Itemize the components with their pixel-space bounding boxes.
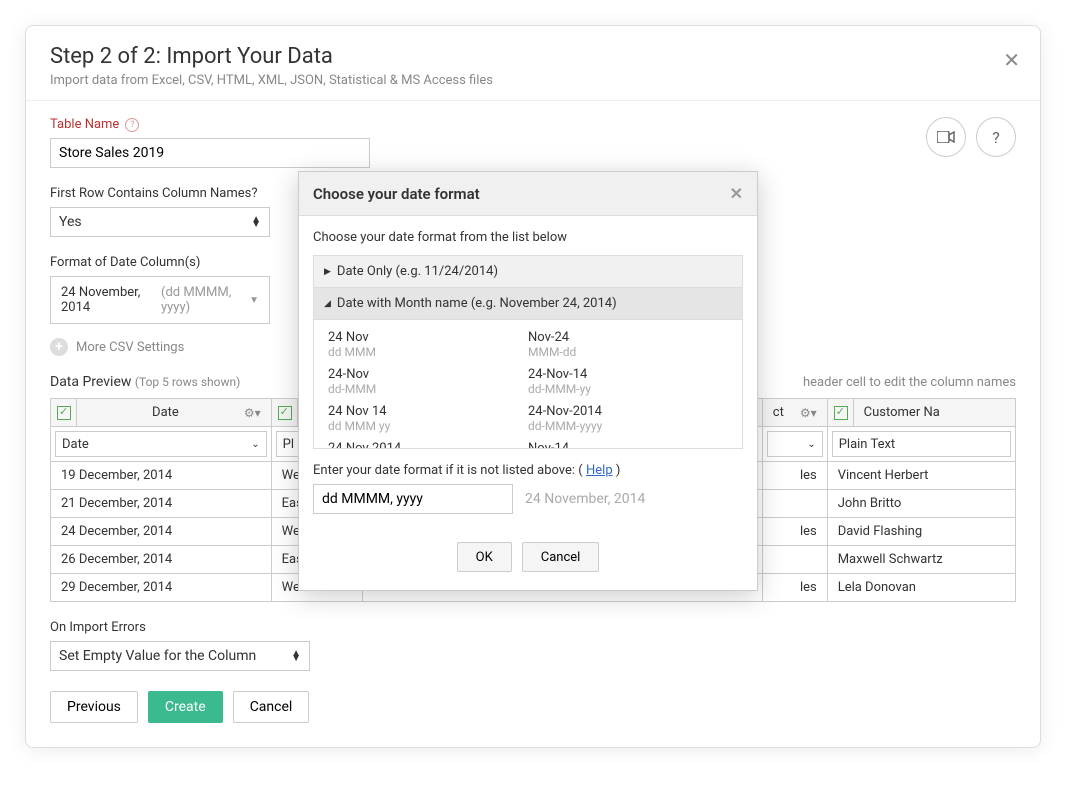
more-csv-label: More CSV Settings bbox=[76, 340, 184, 355]
ok-button[interactable]: OK bbox=[457, 542, 512, 572]
column-checkbox[interactable] bbox=[51, 399, 77, 427]
format-group-label: Date Only (e.g. 11/24/2014) bbox=[337, 264, 498, 279]
date-format-pattern: (dd MMMM, yyyy) bbox=[161, 285, 249, 315]
format-option[interactable]: 24-Nov-2014dd-MMM-yyyy bbox=[528, 400, 728, 437]
format-option[interactable]: 24-Novdd-MMM bbox=[328, 363, 528, 400]
format-group-date-only[interactable]: ▶ Date Only (e.g. 11/24/2014) bbox=[313, 255, 743, 288]
column-header-customer[interactable]: Customer Na bbox=[853, 399, 1015, 427]
custom-format-preview: 24 November, 2014 bbox=[525, 491, 645, 507]
page-title: Step 2 of 2: Import Your Data bbox=[50, 44, 1016, 69]
table-name-label: Table Name ? bbox=[50, 117, 1016, 132]
help-link[interactable]: Help bbox=[586, 463, 613, 478]
cancel-button[interactable]: Cancel bbox=[522, 542, 600, 572]
table-name-input[interactable] bbox=[50, 138, 370, 168]
video-button[interactable] bbox=[926, 117, 966, 157]
preview-label-text: Data Preview bbox=[50, 374, 131, 390]
type-select-date[interactable]: Date⌄ bbox=[55, 431, 267, 457]
format-option[interactable]: 24-Nov-14dd-MMM-yy bbox=[528, 363, 728, 400]
close-icon[interactable]: ✕ bbox=[1003, 48, 1020, 72]
table-name-label-text: Table Name bbox=[50, 117, 119, 132]
modal-subtitle: Choose your date format from the list be… bbox=[313, 230, 743, 245]
edit-column-hint: header cell to edit the column names bbox=[803, 375, 1016, 390]
format-option[interactable]: 24 Nov 2014dd MMM yyyy bbox=[328, 437, 528, 449]
select-arrows-icon: ▲▼ bbox=[251, 217, 261, 227]
select-arrows-icon: ▲▼ bbox=[291, 651, 301, 661]
format-group-label: Date with Month name (e.g. November 24, … bbox=[337, 296, 617, 311]
format-list[interactable]: 24 Novdd MMM Nov-24MMM-dd 24-Novdd-MMM 2… bbox=[313, 319, 743, 449]
type-select-customer[interactable]: Plain Text bbox=[832, 431, 1011, 457]
triangle-right-icon: ▶ bbox=[324, 267, 331, 277]
preview-hint: (Top 5 rows shown) bbox=[135, 375, 240, 389]
modal-header: Choose your date format ✕ bbox=[299, 172, 757, 216]
first-row-value: Yes bbox=[59, 214, 82, 230]
dialog-actions: Previous Create Cancel bbox=[50, 691, 1016, 723]
chevron-down-icon: ▼ bbox=[249, 295, 259, 306]
custom-format-input[interactable] bbox=[313, 484, 513, 514]
column-checkbox[interactable] bbox=[271, 399, 297, 427]
errors-select[interactable]: Set Empty Value for the Column ▲▼ bbox=[50, 641, 310, 671]
create-button[interactable]: Create bbox=[148, 691, 223, 723]
column-checkbox[interactable] bbox=[827, 399, 853, 427]
gear-icon[interactable]: ⚙▾ bbox=[800, 406, 817, 420]
format-option[interactable]: Nov-24MMM-dd bbox=[528, 326, 728, 363]
help-button[interactable]: ? bbox=[976, 117, 1016, 157]
modal-body: Choose your date format from the list be… bbox=[299, 216, 757, 528]
format-option[interactable]: Nov-14MMM yy bbox=[528, 437, 728, 449]
previous-button[interactable]: Previous bbox=[50, 691, 138, 723]
dialog-header: Step 2 of 2: Import Your Data Import dat… bbox=[26, 26, 1040, 101]
date-format-modal: Choose your date format ✕ Choose your da… bbox=[298, 171, 758, 591]
cancel-button[interactable]: Cancel bbox=[233, 691, 310, 723]
table-name-section: Table Name ? bbox=[50, 117, 1016, 168]
format-group-month-name[interactable]: ◢ Date with Month name (e.g. November 24… bbox=[313, 287, 743, 320]
errors-label: On Import Errors bbox=[50, 620, 1016, 635]
modal-actions: OK Cancel bbox=[299, 528, 757, 590]
format-option[interactable]: 24 Nov 14dd MMM yy bbox=[328, 400, 528, 437]
close-icon[interactable]: ✕ bbox=[730, 184, 743, 203]
plus-icon: + bbox=[50, 338, 68, 356]
column-header-partial[interactable]: ct⚙▾ bbox=[762, 399, 827, 427]
type-select-partial[interactable]: ⌄ bbox=[767, 431, 823, 457]
gear-icon[interactable]: ⚙▾ bbox=[244, 406, 261, 420]
page-subtitle: Import data from Excel, CSV, HTML, XML, … bbox=[50, 73, 1016, 88]
header-actions: ? bbox=[926, 117, 1016, 157]
custom-format-label: Enter your date format if it is not list… bbox=[313, 463, 743, 478]
errors-value: Set Empty Value for the Column bbox=[59, 648, 256, 664]
preview-label: Data Preview (Top 5 rows shown) bbox=[50, 374, 240, 390]
date-format-select[interactable]: 24 November, 2014 (dd MMMM, yyyy) ▼ bbox=[50, 276, 270, 324]
column-header-date[interactable]: Date⚙▾ bbox=[76, 399, 271, 427]
help-icon[interactable]: ? bbox=[125, 118, 139, 132]
first-row-select[interactable]: Yes ▲▼ bbox=[50, 207, 270, 237]
modal-title: Choose your date format bbox=[313, 185, 480, 203]
format-option[interactable]: 24 Novdd MMM bbox=[328, 326, 528, 363]
date-format-value: 24 November, 2014 bbox=[61, 285, 161, 315]
triangle-down-icon: ◢ bbox=[324, 299, 331, 309]
errors-section: On Import Errors Set Empty Value for the… bbox=[50, 620, 1016, 671]
